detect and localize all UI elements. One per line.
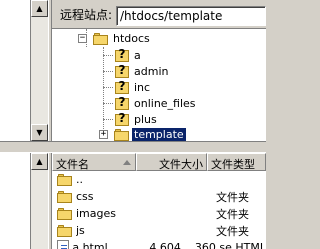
list-item[interactable]: images 文件夹 [52, 205, 266, 222]
scroll-track[interactable] [31, 17, 48, 124]
file-name: .. [76, 173, 83, 186]
column-header-label: 文件类型 [211, 158, 255, 171]
column-header-size[interactable]: 文件大小 [136, 153, 207, 171]
tree-line [103, 47, 104, 133]
tree-line [103, 55, 113, 56]
file-name: css [76, 190, 94, 203]
tree-item-inc[interactable]: ? inc [114, 79, 150, 95]
scroll-down-button[interactable]: ▼ [31, 124, 48, 141]
folder-icon [114, 128, 130, 141]
column-header-type[interactable]: 文件类型 [207, 153, 266, 171]
list-header: 文件名 文件大小 文件类型 [52, 153, 266, 171]
tree-item-label: htdocs [113, 31, 150, 45]
tree-item-online-files[interactable]: ? online_files [114, 95, 196, 111]
list-item[interactable]: a.html 4,604 360 se HTML [52, 239, 266, 249]
file-size: 4,604 [149, 241, 181, 249]
remote-site-label: 远程站点: [60, 7, 113, 22]
tree-item-label: a [134, 48, 141, 62]
tree-item-admin[interactable]: ? admin [114, 63, 168, 79]
column-header-label: 文件名 [56, 158, 89, 171]
tree-item-label: admin [134, 64, 169, 78]
list-item[interactable]: js 文件夹 [52, 222, 266, 239]
tree-item-label: plus [134, 112, 157, 126]
file-type: 文件夹 [216, 190, 249, 204]
remote-file-list[interactable]: 文件名 文件大小 文件类型 .. css 文件夹 images 文件夹 js 文… [52, 153, 266, 249]
remote-path-input[interactable]: /htdocs/template [116, 6, 266, 26]
local-tree-scrollbar[interactable]: ▲ ▼ [31, 0, 48, 141]
local-tree[interactable] [0, 0, 31, 141]
scroll-track[interactable] [31, 170, 48, 249]
remote-site-bar: 远程站点: /htdocs/template [52, 0, 266, 28]
tree-line [103, 103, 113, 104]
expand-expander[interactable]: + [99, 130, 108, 139]
unknown-folder-icon: ? [114, 63, 130, 79]
list-item[interactable]: .. [52, 171, 266, 188]
collapse-expander[interactable]: − [78, 33, 87, 43]
html-file-icon [57, 240, 70, 249]
tree-item-template[interactable]: template [114, 126, 186, 141]
horizontal-splitter[interactable] [0, 141, 266, 153]
sort-ascending-icon [123, 160, 131, 165]
tree-item-a[interactable]: ? a [114, 47, 141, 63]
tree-item-plus[interactable]: ? plus [114, 111, 157, 127]
tree-line [103, 71, 113, 72]
folder-icon [57, 190, 73, 203]
file-name: js [76, 224, 85, 237]
scroll-up-button[interactable]: ▲ [31, 0, 48, 17]
file-name: a.html [72, 241, 108, 249]
folder-open-icon [93, 32, 109, 45]
unknown-folder-icon: ? [114, 47, 130, 63]
unknown-folder-icon: ? [114, 111, 130, 127]
tree-item-label: template [132, 127, 186, 141]
local-list-scrollbar[interactable]: ▲ [31, 153, 48, 249]
folder-icon [57, 224, 73, 237]
unknown-folder-icon: ? [114, 95, 130, 111]
tree-line [103, 87, 113, 88]
tree-item-htdocs[interactable]: − htdocs [78, 30, 150, 46]
file-type: 360 se HTML [194, 241, 266, 249]
folder-icon [57, 173, 73, 186]
folder-icon [57, 207, 73, 220]
file-type: 文件夹 [216, 207, 249, 221]
file-name: images [76, 207, 116, 220]
tree-item-label: inc [134, 80, 151, 94]
remote-tree[interactable]: − htdocs ? a ? admin ? inc ? online_file… [52, 28, 266, 141]
unknown-folder-icon: ? [114, 79, 130, 95]
tree-item-label: online_files [134, 96, 196, 110]
local-file-list[interactable] [0, 153, 31, 249]
tree-line [103, 119, 113, 120]
column-header-label: 文件大小 [159, 158, 203, 171]
column-header-name[interactable]: 文件名 [52, 153, 136, 171]
scroll-up-button[interactable]: ▲ [31, 153, 48, 170]
file-type: 文件夹 [216, 224, 249, 238]
list-item[interactable]: css 文件夹 [52, 188, 266, 205]
